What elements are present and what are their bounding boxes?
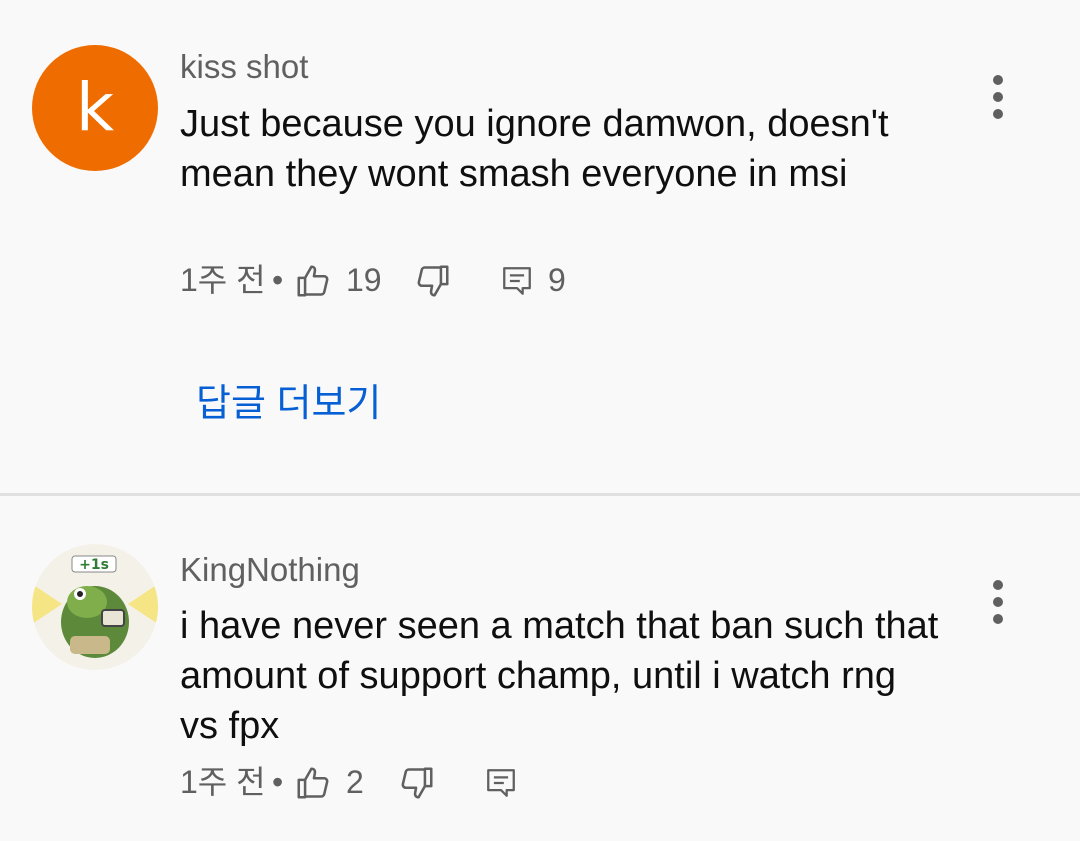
- avatar[interactable]: +1s: [32, 544, 158, 670]
- comment-timestamp: 1주 전: [180, 764, 266, 800]
- like-count: 2: [346, 764, 364, 800]
- reply-count: 9: [548, 262, 566, 298]
- comment-thread: +1s KingNothing i have never seen a matc…: [0, 496, 1080, 841]
- separator-dot: •: [272, 262, 284, 298]
- comment-author[interactable]: kiss shot: [180, 48, 308, 86]
- thumbs-up-icon[interactable]: [294, 764, 332, 802]
- more-replies-button[interactable]: 답글 더보기: [196, 380, 381, 428]
- avatar[interactable]: k: [32, 45, 158, 171]
- reply-icon[interactable]: [500, 264, 534, 298]
- avatar-letter: k: [75, 69, 115, 146]
- thumbs-up-icon[interactable]: [294, 262, 332, 300]
- thumbs-down-icon[interactable]: [398, 764, 436, 802]
- comment-text: Just because you ignore damwon, doesn't …: [180, 103, 889, 195]
- thumbs-down-icon[interactable]: [414, 262, 452, 300]
- comment-text: i have never seen a match that ban such …: [180, 605, 939, 747]
- comment-author[interactable]: KingNothing: [180, 551, 360, 589]
- svg-text:+1s: +1s: [79, 557, 109, 573]
- separator-dot: •: [272, 764, 284, 800]
- like-count: 19: [346, 262, 382, 298]
- reply-icon[interactable]: [484, 766, 518, 800]
- comment-thread: k kiss shot Just because you ignore damw…: [0, 0, 1080, 494]
- more-options-icon[interactable]: [978, 70, 1018, 124]
- more-options-icon[interactable]: [978, 575, 1018, 629]
- comment-timestamp: 1주 전: [180, 262, 266, 298]
- frog-avatar-icon: +1s: [32, 544, 158, 670]
